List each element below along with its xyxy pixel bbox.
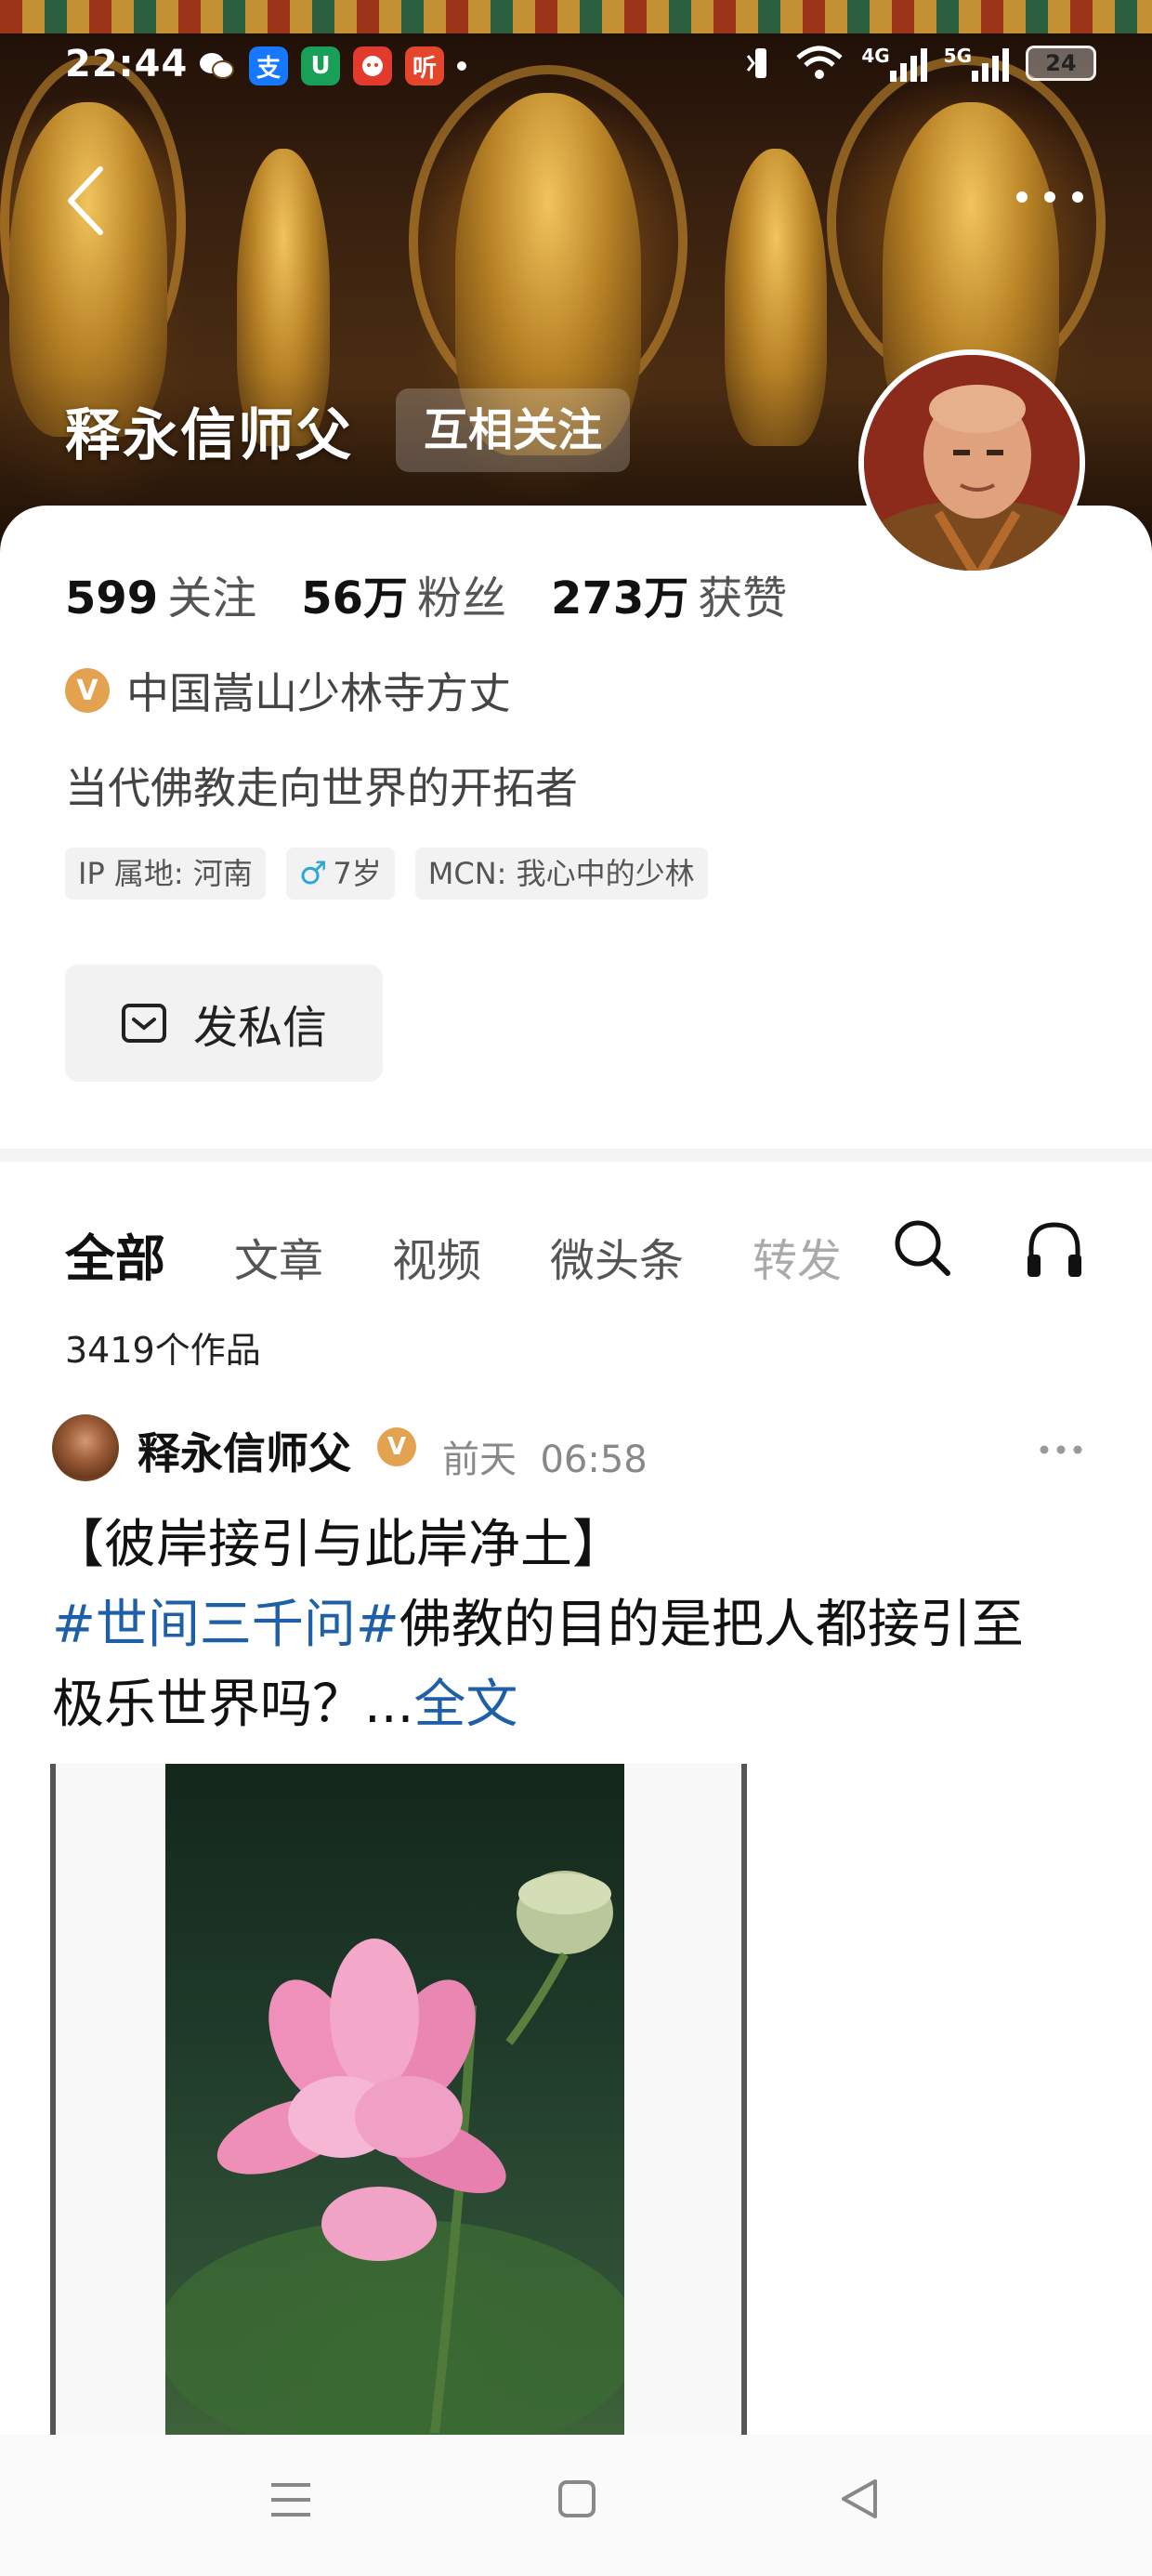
app-red-icon: [353, 46, 392, 85]
wifi-icon: [796, 46, 843, 79]
post-hashtag[interactable]: #世间三千问#: [52, 1595, 399, 1655]
likes-count: 273万: [551, 572, 689, 624]
post-author-name[interactable]: 释永信师父: [137, 1420, 351, 1481]
system-icons: 4G 5G 24: [744, 45, 1096, 82]
post-image[interactable]: [50, 1764, 747, 2435]
male-icon: ♂: [298, 855, 328, 892]
post-body-1: 佛教的目的是把人都接引至: [399, 1595, 1024, 1655]
post-title: 【彼岸接引与此岸净土】: [52, 1515, 624, 1575]
post-content[interactable]: 【彼岸接引与此岸净土】 #世间三千问#佛教的目的是把人都接引至 极乐世界吗？..…: [52, 1505, 1111, 1745]
more-options-icon[interactable]: [1013, 184, 1087, 210]
network-5g-label: 5G: [943, 45, 972, 67]
profile-name: 释永信师父: [65, 403, 353, 468]
battery-icon: 24: [1026, 46, 1096, 81]
recent-apps-icon[interactable]: [269, 2481, 312, 2518]
alipay-icon: 支: [249, 46, 288, 85]
send-message-button[interactable]: 发私信: [65, 965, 383, 1082]
tab-all[interactable]: 全部: [65, 1217, 165, 1291]
message-icon: [121, 1004, 166, 1043]
home-icon[interactable]: [557, 2479, 596, 2518]
signal-4g-icon: [889, 45, 927, 82]
ip-location-tag: IP 属地: 河南: [65, 848, 266, 900]
mutual-follow-button[interactable]: 互相关注: [396, 388, 631, 472]
tab-videos[interactable]: 视频: [392, 1224, 481, 1289]
post-verified-badge-icon: V: [377, 1427, 416, 1466]
profile-tags: IP 属地: 河南 ♂ 7岁 MCN: 我心中的少林: [65, 848, 708, 900]
works-count: 3419个作品: [65, 1330, 261, 1371]
wechat-icon: [197, 46, 236, 85]
system-navigation-bar: [0, 2435, 1152, 2576]
post-body-2: 极乐世界吗？...: [52, 1675, 414, 1735]
avatar[interactable]: [858, 349, 1085, 576]
verified-title: 中国嵩山少林寺方丈: [126, 668, 511, 718]
ting-icon: 听: [405, 46, 444, 85]
notification-icons: 支 U 听: [197, 46, 466, 85]
headphones-icon[interactable]: [1024, 1219, 1085, 1281]
profile-bio: 当代佛教走向世界的开拓者: [65, 763, 578, 813]
more-notifications-dot: [457, 61, 466, 71]
lotus-flower-image: [165, 1871, 624, 2435]
followers-count[interactable]: 56万: [301, 561, 408, 626]
post-more-icon[interactable]: [1039, 1444, 1083, 1455]
search-icon[interactable]: [892, 1217, 953, 1279]
status-bar: 22:44 支 U 听 4G 5G 24: [0, 37, 1152, 102]
mcn-tag[interactable]: MCN: 我心中的少林: [414, 848, 708, 900]
post-timestamp: 前天 06:58: [442, 1439, 648, 1481]
post-author-avatar[interactable]: [52, 1414, 119, 1481]
read-more-link[interactable]: 全文: [413, 1675, 517, 1735]
following-label[interactable]: 关注: [167, 561, 256, 626]
content-tabs: 全部 文章 视频 微头条 转发: [65, 1217, 910, 1291]
back-nav-icon[interactable]: [840, 2477, 879, 2520]
verification-row: V 中国嵩山少林寺方丈: [65, 660, 511, 721]
tab-reposts[interactable]: 转发: [753, 1224, 842, 1289]
send-message-label: 发私信: [192, 1002, 327, 1054]
app-green-icon: U: [301, 46, 340, 85]
tab-articles[interactable]: 文章: [234, 1224, 323, 1289]
verified-badge-icon: V: [65, 668, 110, 713]
tab-micro-posts[interactable]: 微头条: [550, 1224, 684, 1289]
nfc-icon: [747, 48, 767, 78]
age-tag: ♂ 7岁: [285, 848, 395, 900]
likes-label: 获赞: [698, 572, 788, 624]
section-divider: [0, 1149, 1152, 1162]
followers-label[interactable]: 粉丝: [417, 561, 506, 626]
status-time: 22:44: [65, 43, 189, 85]
network-4g-label: 4G: [861, 45, 890, 67]
back-icon[interactable]: [65, 164, 106, 238]
following-count[interactable]: 599: [65, 572, 158, 624]
temple-canopy: [0, 0, 1152, 33]
profile-stats: 599 关注 56万 粉丝 273万 获赞: [65, 561, 831, 626]
signal-5g-icon: [972, 45, 1009, 82]
